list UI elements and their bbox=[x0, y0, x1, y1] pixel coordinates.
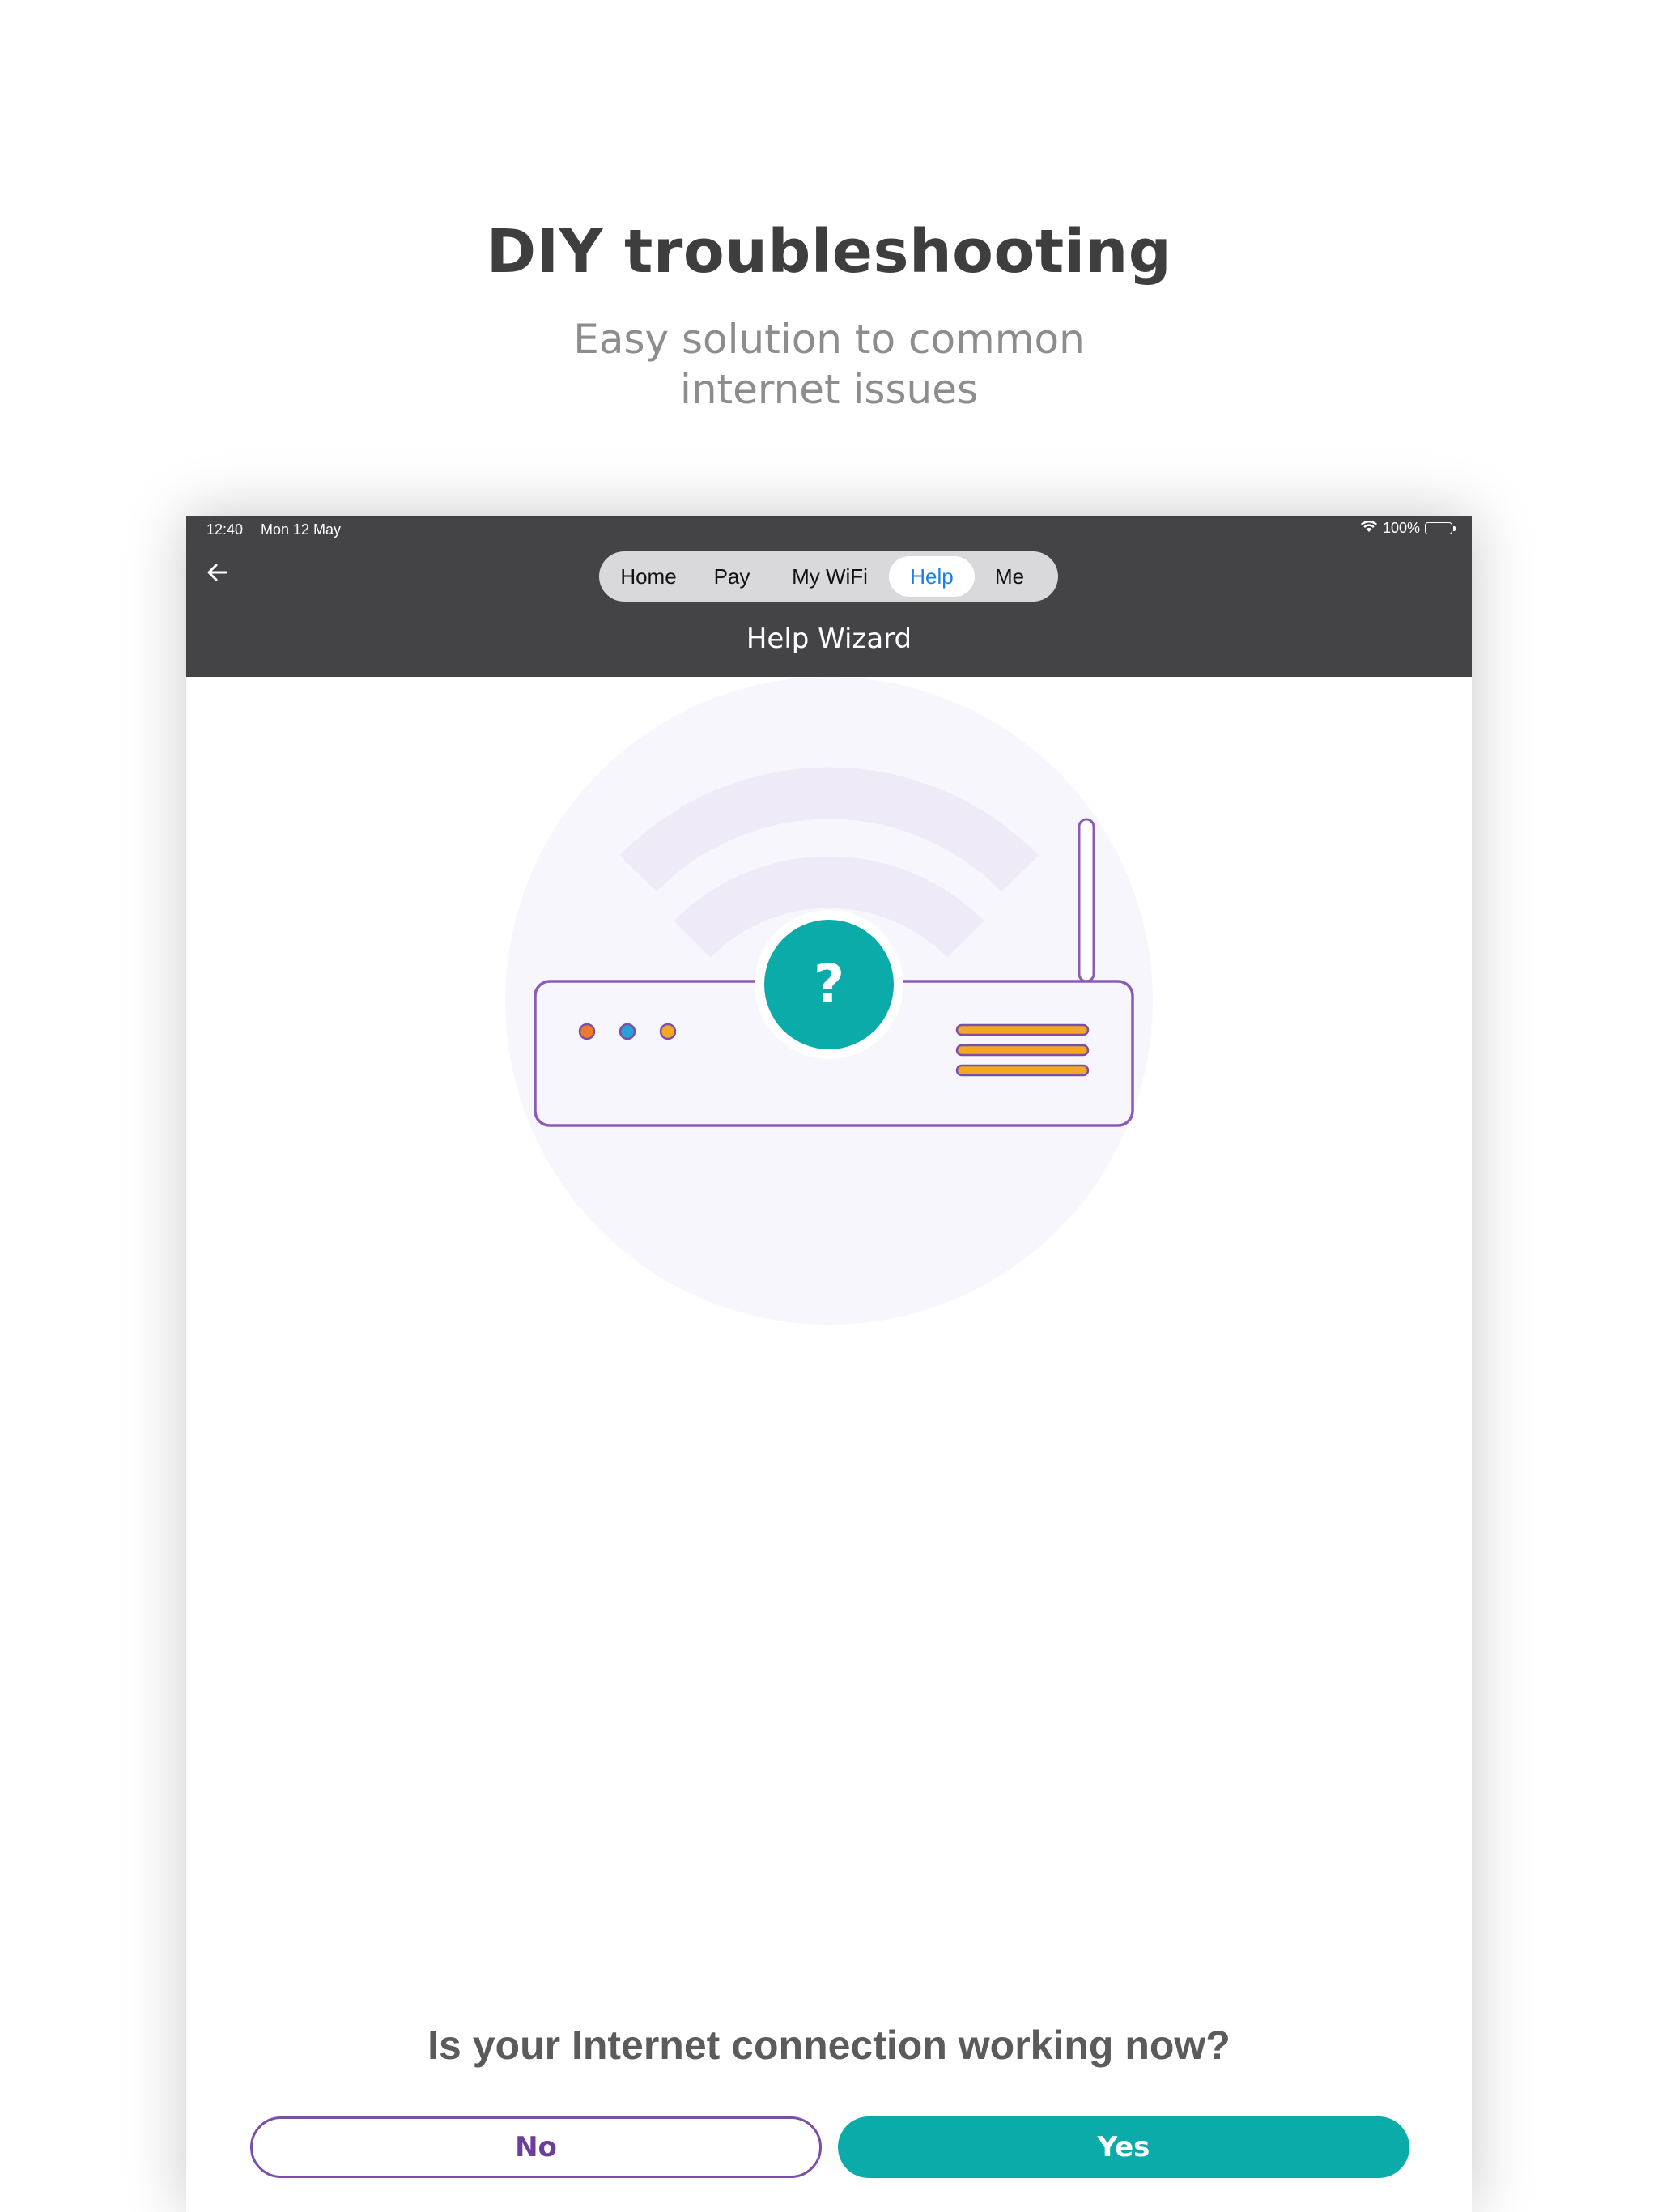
status-date: Mon 12 May bbox=[261, 521, 342, 538]
status-indicators: 100% bbox=[1360, 520, 1456, 537]
tab-help[interactable]: Help bbox=[889, 556, 975, 597]
yes-button[interactable]: Yes bbox=[838, 2116, 1409, 2178]
router-question-icon: ? bbox=[505, 677, 1153, 1325]
back-button[interactable] bbox=[201, 556, 233, 589]
promo-subtitle: Easy solution to common internet issues bbox=[0, 314, 1658, 415]
page-title: Help Wizard bbox=[746, 623, 912, 655]
battery-icon bbox=[1425, 522, 1456, 534]
promo-subtitle-line-2: internet issues bbox=[679, 366, 979, 413]
tab-me[interactable]: Me bbox=[975, 556, 1044, 597]
tab-home[interactable]: Home bbox=[604, 556, 693, 597]
wizard-question: Is your Internet connection working now? bbox=[427, 2023, 1231, 2068]
tab-pay[interactable]: Pay bbox=[693, 556, 771, 597]
device-screen: 12:40 Mon 12 May 100% Home Pay My WiFi H… bbox=[186, 516, 1472, 2212]
status-time: 12:40 bbox=[206, 521, 244, 538]
promo-subtitle-line-1: Easy solution to common bbox=[573, 316, 1085, 363]
svg-text:?: ? bbox=[814, 953, 844, 1015]
no-button[interactable]: No bbox=[250, 2116, 822, 2178]
back-arrow-icon bbox=[207, 564, 227, 581]
battery-percent: 100% bbox=[1382, 520, 1420, 536]
tab-my-wifi[interactable]: My WiFi bbox=[771, 556, 889, 597]
app-header: 12:40 Mon 12 May 100% Home Pay My WiFi H… bbox=[186, 516, 1472, 677]
wifi-icon bbox=[1360, 520, 1378, 537]
tab-bar: Home Pay My WiFi Help Me bbox=[599, 551, 1058, 602]
promo-title: DIY troubleshooting bbox=[486, 217, 1172, 287]
